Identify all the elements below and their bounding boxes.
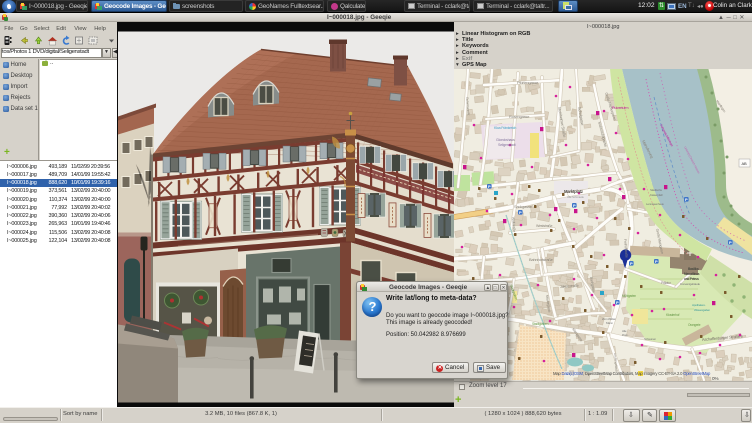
svg-text:P: P (729, 240, 732, 245)
svg-text:P: P (488, 184, 491, 189)
svg-text:Marktplatz: Marktplatz (564, 189, 583, 194)
svg-text:Post: Post (622, 333, 628, 337)
svg-text:P: P (685, 197, 688, 202)
svg-text:Städtische: Städtische (650, 188, 663, 192)
svg-text:P: P (573, 203, 576, 208)
svg-text:Mühlgarten: Mühlgarten (622, 294, 636, 298)
svg-text:Sackgasse: Sackgasse (514, 204, 533, 209)
svg-text:Orangerie: Orangerie (688, 323, 701, 327)
svg-text:Konventgebäude: Konventgebäude (680, 282, 700, 286)
svg-text:Apotheken-: Apotheken- (692, 303, 706, 307)
svg-text:P: P (655, 259, 658, 264)
svg-text:Kaiserpfalz: Kaiserpfalz (650, 193, 663, 197)
svg-text:P: P (519, 210, 522, 215)
svg-text:Klosterhof: Klosterhof (666, 313, 680, 317)
svg-text:und Petrus: und Petrus (684, 277, 699, 281)
svg-text:Kloa Fränkreich: Kloa Fränkreich (494, 126, 516, 130)
svg-text:Gloeckshaus: Gloeckshaus (496, 138, 515, 142)
svg-text:Marcellinus: Marcellinus (684, 272, 700, 276)
svg-text:Mann: Mann (606, 321, 613, 325)
svg-text:Alte Schmiede: Alte Schmiede (567, 195, 584, 199)
svg-text:AB: AB (742, 161, 747, 166)
svg-text:Stadtgraben: Stadtgraben (532, 322, 549, 326)
svg-text:Prälatur: Prälatur (661, 281, 672, 285)
svg-text:Wissengarten: Wissengarten (694, 308, 710, 312)
svg-text:Weststraße: Weststraße (536, 224, 553, 228)
svg-text:Bahnhofstraße: Bahnhofstraße (529, 257, 554, 262)
svg-text:Pulverturm: Pulverturm (612, 106, 628, 110)
svg-text:Basilika: Basilika (688, 267, 699, 271)
svg-text:Rosengasse: Rosengasse (509, 114, 530, 119)
svg-text:Pfortengasse: Pfortengasse (517, 80, 539, 85)
svg-text:Lennissenhaus: Lennissenhaus (646, 202, 664, 206)
svg-text:P: P (616, 300, 619, 305)
svg-text:Seligenstadt: Seligenstadt (498, 143, 516, 147)
svg-text:P: P (630, 261, 633, 266)
svg-text:Scheunen: Scheunen (644, 337, 656, 341)
